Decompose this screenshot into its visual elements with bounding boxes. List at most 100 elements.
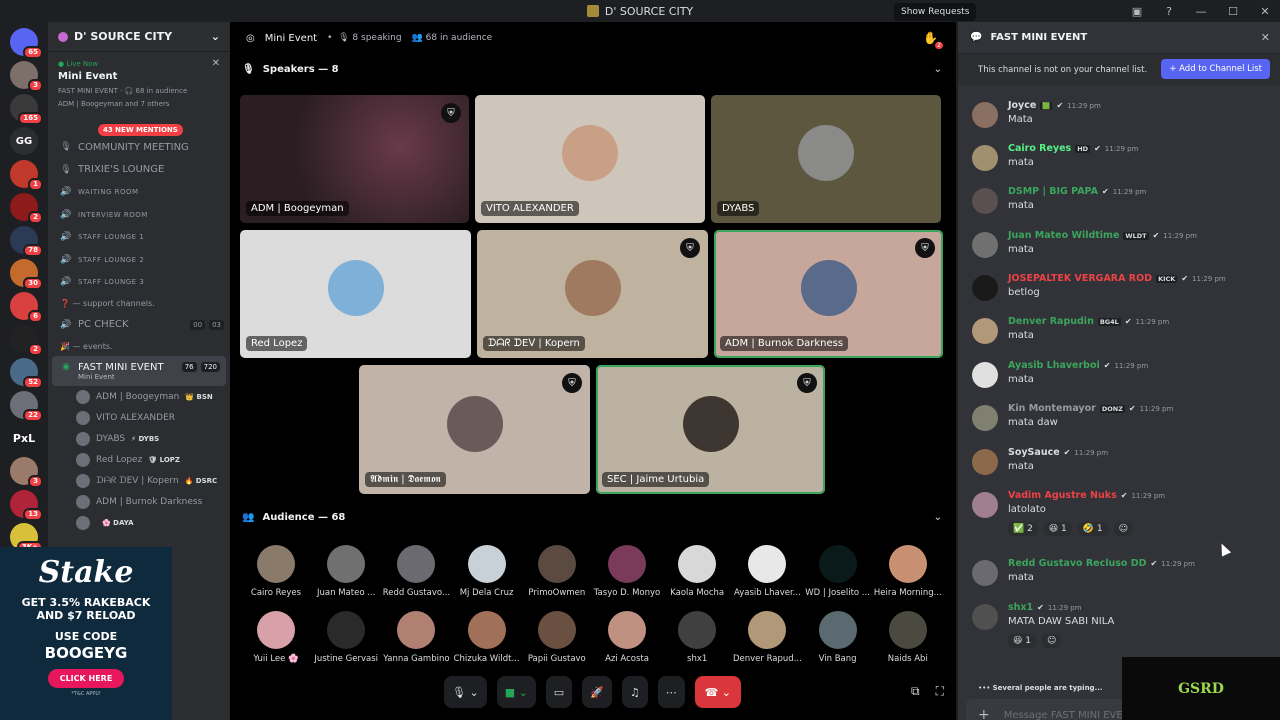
more-button[interactable]: ⋯: [657, 676, 685, 708]
audience-member[interactable]: shx1: [662, 611, 732, 664]
avatar[interactable]: [972, 102, 998, 128]
avatar[interactable]: [972, 145, 998, 171]
username[interactable]: Joyce: [1008, 100, 1036, 111]
audience-member[interactable]: WD | Joselito ...: [803, 545, 873, 598]
server-icon[interactable]: 78: [10, 226, 43, 257]
speaker-tile[interactable]: ⛨ ᗪᗩᖇ ᗪEᐯ | Kopern: [477, 230, 708, 358]
voice-user[interactable]: DYABS ⚡ DYBS: [48, 428, 230, 449]
audience-member[interactable]: Chizuka Wildt...: [452, 611, 522, 664]
audience-member[interactable]: Mj Dela Cruz: [452, 545, 522, 598]
username[interactable]: Ayasib Lhaverboi: [1008, 360, 1100, 371]
audience-member[interactable]: Papii Gustavo: [522, 611, 592, 664]
channel-item[interactable]: 🔊 WAITING ROOM: [48, 181, 230, 204]
server-icon[interactable]: 6: [10, 292, 43, 323]
speaker-tile[interactable]: Red Lopez: [240, 230, 471, 358]
audience-member[interactable]: PrimoOwmen: [522, 545, 592, 598]
voice-user[interactable]: Red Lopez 🛡 LOPZ: [48, 449, 230, 470]
audience-member[interactable]: Heira Morning...: [873, 545, 943, 598]
audience-member[interactable]: Kaola Mocha: [662, 545, 732, 598]
reaction[interactable]: 😆 1: [1008, 634, 1036, 648]
audience-member[interactable]: Yanna Gambino: [381, 611, 451, 664]
screenshare-button[interactable]: ▭: [545, 676, 573, 708]
speaker-tile[interactable]: VITO ALEXANDER: [475, 95, 705, 223]
speaker-tile[interactable]: ⛨ 𝕬𝖉𝖒𝖎𝖓 | 𝕯𝖆𝖊𝖒𝖔𝖓: [359, 365, 590, 494]
reaction[interactable]: 😆 1: [1043, 522, 1072, 536]
voice-user[interactable]: 🌸 DAYA: [48, 512, 230, 533]
category-support[interactable]: ❓ — support channels.: [48, 294, 230, 314]
speaker-tile[interactable]: ⛨ ADM | Boogeyman: [240, 95, 469, 223]
speaker-tile[interactable]: ⛨ ADM | Burnok Darkness: [714, 230, 943, 358]
fullscreen-icon[interactable]: ⛶: [936, 684, 944, 699]
mute-button[interactable]: 🎙 ⌄: [444, 676, 487, 708]
voice-user[interactable]: ᗪᗩᖇ ᗪEᐯ | Kopern 🔥 DSRC: [48, 470, 230, 491]
username[interactable]: DSMP | BIG PAPA: [1008, 186, 1098, 197]
avatar[interactable]: [972, 275, 998, 301]
server-icon[interactable]: 1: [10, 160, 43, 191]
audience-header[interactable]: 👥 Audience — 68 ⌄: [230, 502, 956, 532]
username[interactable]: Cairo Reyes: [1008, 143, 1071, 154]
stake-click-button[interactable]: CLICK HERE: [47, 669, 125, 688]
channel-fast-mini-event[interactable]: ◉ FAST MINI EVENT 76 720 Mini Event: [52, 356, 226, 386]
audience-member[interactable]: Juan Mateo ...: [311, 545, 381, 598]
username[interactable]: Vadim Agustre Nuks: [1008, 490, 1117, 501]
avatar[interactable]: [972, 449, 998, 475]
voice-user[interactable]: VITO ALEXANDER: [48, 407, 230, 428]
username[interactable]: JOSEPALTEK VERGARA ROD: [1008, 273, 1152, 284]
server-icon[interactable]: 165: [10, 94, 43, 125]
username[interactable]: Kin Montemayor: [1008, 403, 1096, 414]
soundboard-button[interactable]: ♫: [621, 676, 648, 708]
audience-member[interactable]: Vin Bang: [803, 611, 873, 664]
avatar[interactable]: [972, 318, 998, 344]
channel-item[interactable]: 🔊 STAFF LOUNGE 2: [48, 249, 230, 272]
chevron-down-icon[interactable]: ⌄: [211, 30, 220, 43]
voice-user[interactable]: ADM | Boogeyman 👑 BSN: [48, 386, 230, 407]
avatar[interactable]: [972, 492, 998, 518]
reaction[interactable]: 🤣 1: [1077, 522, 1108, 536]
username[interactable]: Juan Mateo Wildtime: [1008, 230, 1119, 241]
audience-member[interactable]: Yuii Lee 🌸: [241, 611, 311, 664]
audience-member[interactable]: Ayasib Lhaver...: [732, 545, 802, 598]
username[interactable]: shx1: [1008, 602, 1033, 613]
channel-item[interactable]: 🔊 STAFF LOUNGE 1: [48, 226, 230, 249]
activities-button[interactable]: 🚀: [582, 676, 612, 708]
chevron-down-icon[interactable]: ⌄: [934, 512, 942, 523]
channel-item[interactable]: 🔊 INTERVIEW ROOM: [48, 204, 230, 227]
audience-member[interactable]: Azi Acosta: [592, 611, 662, 664]
audience-member[interactable]: Redd Gustavo...: [381, 545, 451, 598]
close-icon[interactable]: ✕: [1261, 31, 1270, 44]
speakers-header[interactable]: 🎙 Speakers — 8 ⌄: [230, 54, 956, 84]
server-icon[interactable]: 2: [10, 325, 43, 356]
popout-icon[interactable]: ⧉: [911, 684, 920, 699]
live-event-card[interactable]: ● Live Now Mini Event FAST MINI EVENT · …: [54, 56, 224, 112]
camera-button[interactable]: ■ ⌄: [496, 676, 536, 708]
server-icon[interactable]: GG: [10, 127, 38, 155]
plus-icon[interactable]: +: [978, 707, 990, 720]
audience-member[interactable]: Tasyo D. Monyo: [592, 545, 662, 598]
server-icon[interactable]: 65: [10, 28, 43, 59]
avatar[interactable]: [972, 232, 998, 258]
channel-pc-check[interactable]: 🔊 PC CHECK 00 03: [48, 314, 230, 337]
speaker-tile[interactable]: DYABS: [711, 95, 941, 223]
inbox-icon[interactable]: ▣: [1128, 5, 1146, 18]
audience-member[interactable]: Naids Abi: [873, 611, 943, 664]
channel-item[interactable]: 🔊 STAFF LOUNGE 3: [48, 271, 230, 294]
server-icon[interactable]: 3: [10, 61, 43, 92]
audience-member[interactable]: Justine Gervasi: [311, 611, 381, 664]
server-icon[interactable]: 13: [10, 490, 43, 521]
username[interactable]: Denver Rapudin: [1008, 316, 1094, 327]
category-events[interactable]: 🎉 — events.: [48, 336, 230, 356]
server-icon[interactable]: 22: [10, 391, 43, 422]
maximize-button[interactable]: ☐: [1224, 5, 1242, 18]
disconnect-button[interactable]: ☎ ⌄: [694, 676, 741, 708]
avatar[interactable]: [972, 405, 998, 431]
close-icon[interactable]: ✕: [212, 58, 220, 69]
close-button[interactable]: ✕: [1256, 5, 1274, 18]
server-icon[interactable]: 2: [10, 193, 43, 224]
username[interactable]: SoySauce: [1008, 447, 1060, 458]
chevron-down-icon[interactable]: ⌄: [934, 64, 942, 75]
reaction[interactable]: ☺: [1041, 634, 1062, 648]
speaker-tile[interactable]: ⛨ SEC | Jaime Urtubia: [596, 365, 825, 494]
help-icon[interactable]: ?: [1160, 5, 1178, 18]
new-mentions-badge[interactable]: 43 NEW MENTIONS: [98, 124, 183, 136]
raised-hand-icon[interactable]: ✋ 2: [923, 31, 943, 49]
